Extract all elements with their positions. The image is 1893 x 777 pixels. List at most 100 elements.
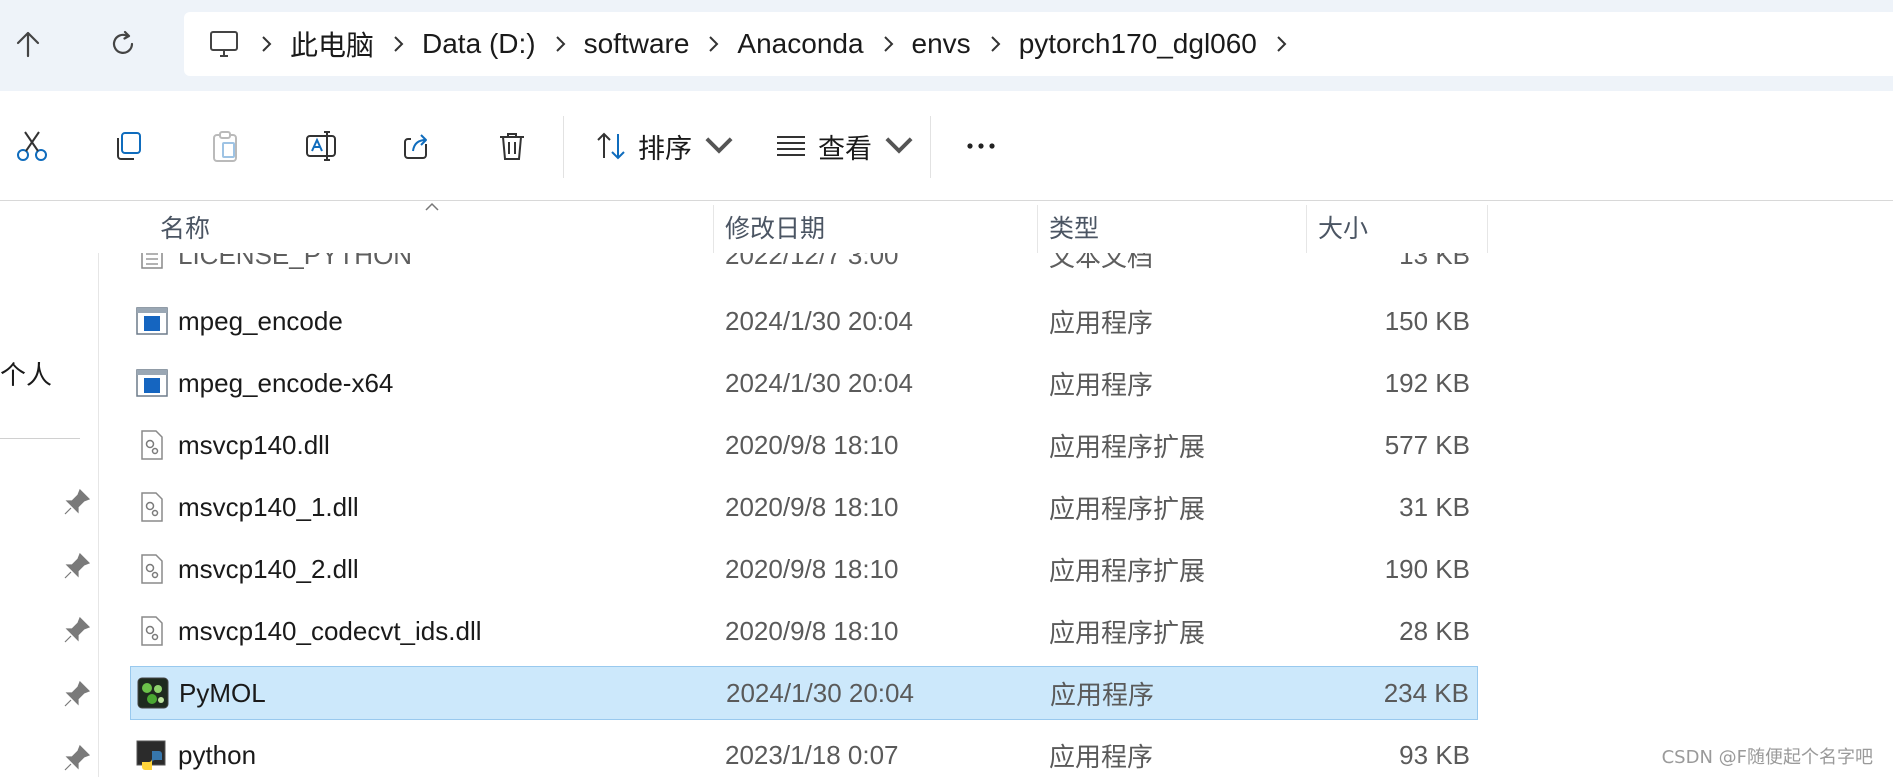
clipboard-icon: [213, 131, 237, 162]
breadcrumb-this-pc[interactable]: 此电脑: [290, 24, 374, 64]
scissors-icon: [17, 131, 47, 161]
pin-icon[interactable]: [62, 487, 92, 517]
application-icon: [136, 367, 168, 399]
column-header-type[interactable]: 类型: [1049, 201, 1099, 253]
refresh-button[interactable]: [101, 22, 145, 66]
nav-item-personal[interactable]: 个人: [0, 355, 52, 392]
view-list-icon: [777, 136, 805, 156]
file-type: 应用程序: [1049, 307, 1154, 338]
computer-icon[interactable]: [208, 29, 242, 59]
pymol-icon: [137, 677, 169, 709]
paste-button[interactable]: [207, 118, 243, 174]
breadcrumb-chevron-icon[interactable]: [971, 34, 1019, 54]
address-box[interactable]: 此电脑 Data (D:) software Anaconda envs pyt…: [184, 12, 1893, 76]
file-type: 应用程序扩展: [1049, 555, 1206, 586]
breadcrumb-pytorch-env[interactable]: pytorch170_dgl060: [1019, 28, 1257, 60]
dll-icon: [136, 429, 168, 461]
rename-button[interactable]: [303, 118, 339, 174]
share-icon: [404, 134, 427, 159]
breadcrumb-chevron-icon[interactable]: [374, 34, 422, 54]
file-modified: 2020/9/8 18:10: [725, 553, 899, 584]
column-header-modified[interactable]: 修改日期: [725, 201, 825, 253]
file-size: 31 KB: [1399, 491, 1470, 522]
column-header-row: 名称 修改日期 类型 大小: [98, 201, 1893, 253]
breadcrumb: 此电脑 Data (D:) software Anaconda envs pyt…: [208, 12, 1305, 76]
column-separator[interactable]: [1306, 205, 1307, 253]
application-icon: [136, 305, 168, 337]
view-button[interactable]: 查看: [774, 118, 916, 174]
pin-icon[interactable]: [62, 743, 92, 773]
nav-divider: [0, 438, 80, 439]
file-type: 文本文档: [1049, 253, 1154, 272]
toolbar-divider: [563, 116, 564, 178]
pin-icon[interactable]: [62, 679, 92, 709]
file-row[interactable]: msvcp140_codecvt_ids.dll 2020/9/8 18:10 …: [130, 604, 1478, 658]
refresh-icon: [112, 30, 134, 54]
share-button[interactable]: [399, 118, 435, 174]
file-name: PyMOL: [179, 677, 266, 708]
column-header-size[interactable]: 大小: [1318, 201, 1368, 253]
file-name: LICENSE_PYTHON: [178, 253, 413, 270]
cut-button[interactable]: [14, 118, 50, 174]
column-separator[interactable]: [1487, 205, 1488, 253]
file-modified: 2023/1/18 0:07: [725, 739, 899, 770]
up-button[interactable]: [6, 22, 50, 66]
file-row[interactable]: msvcp140.dll 2020/9/8 18:10 应用程序扩展 577 K…: [130, 418, 1478, 472]
sort-label: 排序: [638, 133, 692, 164]
file-name: msvcp140_2.dll: [178, 553, 359, 584]
file-name: msvcp140_1.dll: [178, 491, 359, 522]
arrow-up-icon: [16, 31, 40, 58]
file-name: mpeg_encode: [178, 305, 343, 336]
file-row[interactable]: msvcp140_2.dll 2020/9/8 18:10 应用程序扩展 190…: [130, 542, 1478, 596]
file-type: 应用程序扩展: [1049, 617, 1206, 648]
text-file-icon: [136, 253, 168, 271]
sort-caret-up-icon: [425, 202, 439, 211]
file-modified: 2024/1/30 20:04: [725, 305, 913, 336]
breadcrumb-software[interactable]: software: [584, 28, 690, 60]
file-name: python: [178, 739, 257, 770]
sort-button[interactable]: 排序: [594, 118, 736, 174]
file-modified: 2020/9/8 18:10: [725, 491, 899, 522]
pin-icon[interactable]: [62, 615, 92, 645]
delete-button[interactable]: [494, 118, 530, 174]
file-row[interactable]: mpeg_encode-x64 2024/1/30 20:04 应用程序 192…: [130, 356, 1478, 410]
toolbar-divider: [930, 116, 931, 178]
watermark: CSDN @F随便起个名字吧: [1661, 747, 1873, 768]
breadcrumb-chevron-icon[interactable]: [1257, 34, 1305, 54]
file-size: 192 KB: [1384, 367, 1470, 398]
breadcrumb-chevron-icon[interactable]: [242, 34, 290, 54]
address-bar-row: 此电脑 Data (D:) software Anaconda envs pyt…: [0, 0, 1893, 91]
file-row[interactable]: LICENSE_PYTHON 2022/12/7 3:00 文本文档 13 KB: [130, 253, 1478, 282]
file-name: mpeg_encode-x64: [178, 367, 394, 398]
breadcrumb-data-drive[interactable]: Data (D:): [422, 28, 536, 60]
copy-button[interactable]: [110, 118, 146, 174]
column-separator[interactable]: [713, 205, 714, 253]
file-list: LICENSE_PYTHON 2022/12/7 3:00 文本文档 13 KB…: [98, 253, 1893, 777]
breadcrumb-anaconda[interactable]: Anaconda: [737, 28, 863, 60]
column-header-name[interactable]: 名称: [160, 201, 210, 253]
file-type: 应用程序: [1049, 369, 1154, 400]
file-size: 234 KB: [1383, 677, 1469, 708]
chevron-down-icon: [705, 137, 733, 154]
file-modified: 2024/1/30 20:04: [726, 677, 914, 708]
breadcrumb-chevron-icon[interactable]: [536, 34, 584, 54]
pin-icon[interactable]: [62, 551, 92, 581]
more-options-button[interactable]: [960, 118, 1002, 174]
dll-icon: [136, 553, 168, 585]
python-icon: [136, 739, 168, 771]
file-row-selected[interactable]: PyMOL 2024/1/30 20:04 应用程序 234 KB: [130, 666, 1478, 720]
file-row[interactable]: mpeg_encode 2024/1/30 20:04 应用程序 150 KB: [130, 294, 1478, 348]
breadcrumb-envs[interactable]: envs: [912, 28, 971, 60]
file-modified: 2020/9/8 18:10: [725, 429, 899, 460]
breadcrumb-chevron-icon[interactable]: [864, 34, 912, 54]
trash-icon: [500, 133, 524, 160]
file-type: 应用程序扩展: [1049, 493, 1206, 524]
breadcrumb-chevron-icon[interactable]: [689, 34, 737, 54]
file-row[interactable]: msvcp140_1.dll 2020/9/8 18:10 应用程序扩展 31 …: [130, 480, 1478, 534]
dll-icon: [136, 491, 168, 523]
file-type: 应用程序: [1049, 741, 1154, 772]
file-modified: 2024/1/30 20:04: [725, 367, 913, 398]
file-row[interactable]: python 2023/1/18 0:07 应用程序 93 KB: [130, 728, 1478, 777]
column-separator[interactable]: [1037, 205, 1038, 253]
file-size: 93 KB: [1399, 739, 1470, 770]
